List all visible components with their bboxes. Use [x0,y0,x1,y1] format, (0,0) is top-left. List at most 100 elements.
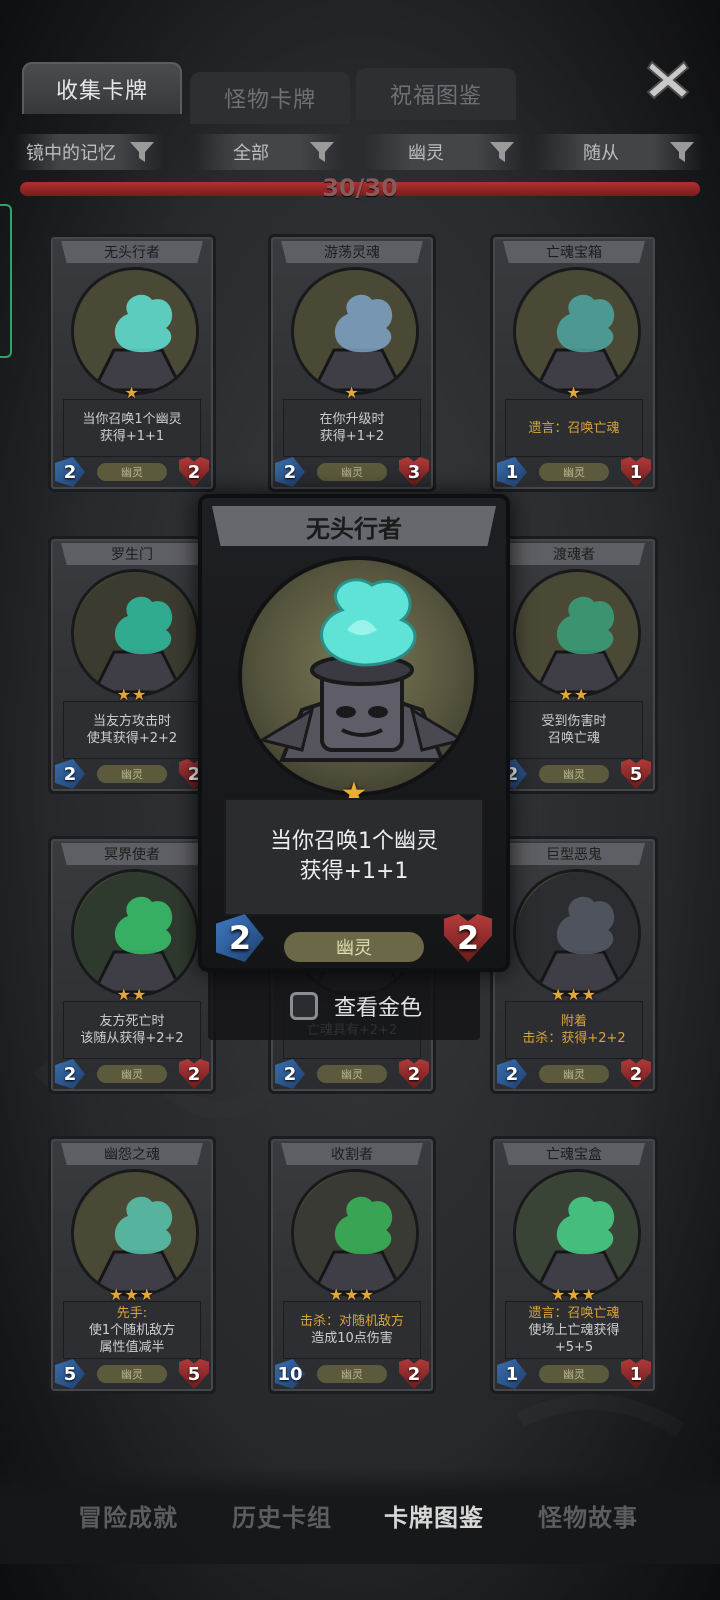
filter-label: 幽灵 [408,143,444,164]
filter-tribe-dropdown[interactable]: 幽灵 [364,134,524,170]
tribe-badge: 幽灵 [317,1065,387,1083]
close-button[interactable] [644,56,692,104]
desc-line: 召唤亡魂 [547,731,600,746]
card-tile[interactable]: 罗生门 ★★ 当友方攻击时 使其获得+2+2 幽灵 2 2 [48,536,216,794]
health-stat: 1 [621,1359,651,1389]
tribe-badge: 幽灵 [539,463,609,481]
card-description: 在你升级时获得+1+2 [283,399,421,457]
tab-monster-cards[interactable]: 怪物卡牌 [190,72,350,124]
desc-line: 获得+1+2 [319,429,385,444]
desc-line: 击杀：对随机敌方 [299,1314,404,1329]
health-stat: 2 [179,1059,209,1089]
monster-illustration [74,872,196,994]
attack-stat: 1 [497,1359,527,1389]
health-stat: 1 [621,457,651,487]
nav-history-decks[interactable]: 历史卡组 [232,1498,332,1533]
view-gold-label: 查看金色 [334,996,423,1021]
card-tile[interactable]: 游荡灵魂 ★ 在你升级时 获得+1+2 幽灵 2 3 [268,234,436,492]
popup-tribe-badge: 幽灵 [284,932,424,962]
attack-stat: 2 [275,457,305,487]
card-description: 遗言：召唤亡魂 使场上亡魂获得 +5+5 [505,1301,643,1359]
checkbox[interactable] [290,992,318,1020]
monster-illustration [74,1172,196,1294]
headless-walker-illustration [258,578,466,762]
collection-count: 30/30 [322,174,398,202]
attack-stat: 2 [55,457,85,487]
tribe-badge: 幽灵 [539,1065,609,1083]
card-art [71,869,199,997]
desc-line: 使场上亡魂获得 [528,1322,620,1338]
monster-illustration [294,1172,416,1294]
card-description: 受到伤害时 召唤亡魂 [505,701,643,759]
view-gold-toggle[interactable]: 查看金色 [290,990,422,1022]
card-tile[interactable]: 渡魂者 ★★ 受到伤害时 召唤亡魂 幽灵 2 5 [490,536,658,794]
card-art [513,869,641,997]
card-name: 幽怨之魂 [61,1143,203,1165]
desc-line: 当你召唤1个幽灵 [82,412,182,427]
desc-line: 在你升级时 [319,412,385,427]
card-tile[interactable]: 幽怨之魂 ★★★ 先手: 使1个随机敌方 属性值减半 幽灵 5 5 [48,1136,216,1394]
health-stat: 2 [621,1059,651,1089]
card-art [71,267,199,395]
card-description: 当你召唤1个幽灵 获得+1+1 [63,399,201,457]
desc-line: 获得+1+1 [99,429,165,444]
card-description: 击杀：对随机敌方 造成10点伤害 [283,1301,421,1359]
attack-stat: 5 [55,1359,85,1389]
card-tile[interactable]: 无头行者 ★ 当你召唤1个幽灵 获得+1+1 幽灵 2 2 [48,234,216,492]
health-stat: 2 [399,1059,429,1089]
tribe-badge: 幽灵 [97,765,167,783]
desc-line: 造成10点伤害 [311,1331,393,1346]
filter-label: 全部 [233,143,269,164]
card-art [291,1169,419,1297]
tribe-badge: 幽灵 [539,765,609,783]
card-tile[interactable]: 亡魂宝盒 ★★★ 遗言：召唤亡魂 使场上亡魂获得 +5+5 幽灵 1 1 [490,1136,658,1394]
tab-collect-cards[interactable]: 收集卡牌 [22,62,182,114]
nav-adventure-achievements[interactable]: 冒险成就 [78,1498,178,1533]
filter-type-dropdown[interactable]: 随从 [534,134,704,170]
side-drawer-handle[interactable] [0,204,12,358]
tribe-badge: 幽灵 [317,463,387,481]
tribe-badge: 幽灵 [97,463,167,481]
card-tile[interactable]: 亡魂宝箱 ★ 遗言：召唤亡魂 幽灵 1 1 [490,234,658,492]
popup-attack-stat: 2 [216,914,264,962]
desc-line: 受到伤害时 [541,714,607,729]
tribe-badge: 幽灵 [317,1365,387,1383]
health-stat: 2 [399,1359,429,1389]
desc-line: 遗言：召唤亡魂 [528,420,620,436]
desc-line: 当友方攻击时 [92,714,171,729]
monster-illustration [516,872,638,994]
card-tile[interactable]: 冥界使者 ★★ 友方死亡时 该随从获得+2+2 幽灵 2 2 [48,836,216,1094]
nav-card-codex[interactable]: 卡牌图鉴 [384,1498,484,1533]
popup-card-art [238,556,478,796]
card-tile[interactable]: 巨型恶鬼 ★★★ 附着 击杀：获得+2+2 幽灵 2 2 [490,836,658,1094]
popup-card-name: 无头行者 [212,506,496,546]
card-name: 亡魂宝盒 [503,1143,645,1165]
card-art [513,1169,641,1297]
attack-stat: 10 [275,1359,305,1389]
popup-health-stat: 2 [444,914,492,962]
desc-line: 属性值减半 [99,1339,165,1355]
tribe-badge: 幽灵 [539,1365,609,1383]
desc-line: 使其获得+2+2 [86,731,178,746]
popup-card-description: 当你召唤1个幽灵 获得+1+1 [224,798,484,916]
nav-monster-stories[interactable]: 怪物故事 [538,1498,638,1533]
desc-line: 击杀：获得+2+2 [522,1031,626,1046]
desc-line: +5+5 [554,1339,594,1355]
card-description: 友方死亡时 该随从获得+2+2 [63,1001,201,1059]
card-tile[interactable]: 收割者 ★★★ 击杀：对随机敌方 造成10点伤害 幽灵 10 2 [268,1136,436,1394]
monster-illustration [294,270,416,392]
monster-illustration [516,270,638,392]
tab-label: 祝福图鉴 [389,84,482,109]
attack-stat: 2 [55,1059,85,1089]
card-detail-popup[interactable]: 无头行者 ★ 当你召唤1个幽灵 获得+1+1 幽灵 2 2 [198,494,510,972]
monster-illustration [74,572,196,694]
attack-stat: 2 [497,1059,527,1089]
card-art [291,267,419,395]
desc-line: 该随从获得+2+2 [80,1031,184,1046]
filter-label: 镜中的记忆 [26,143,116,164]
tab-blessing-codex[interactable]: 祝福图鉴 [356,68,516,120]
filter-rarity-dropdown[interactable]: 全部 [194,134,344,170]
attack-stat: 2 [275,1059,305,1089]
filter-edition-dropdown[interactable]: 镜中的记忆 [14,134,164,170]
desc-line: 附着 [560,1014,587,1029]
